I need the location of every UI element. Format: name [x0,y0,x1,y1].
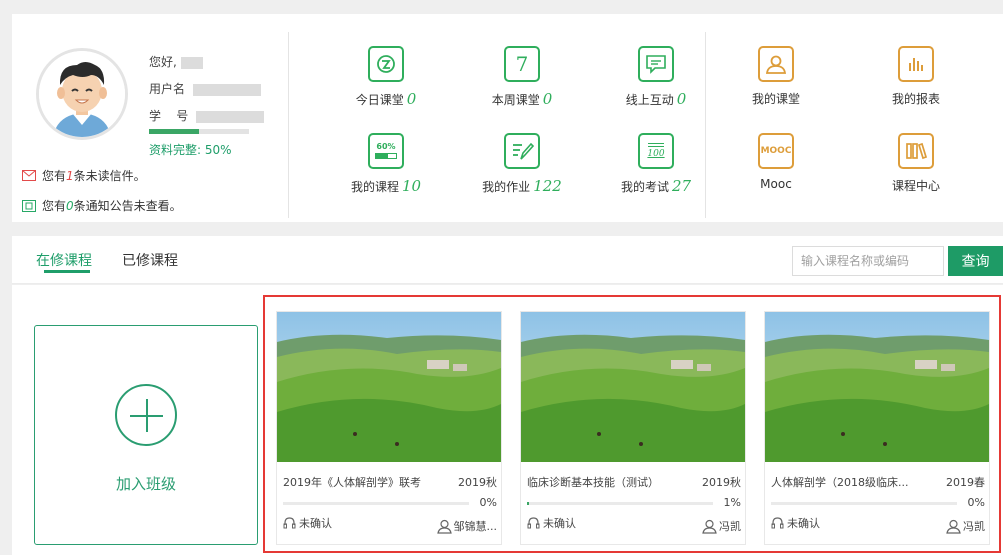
join-class-label: 加入班级 [115,475,176,493]
course-tabs-bar: 在修课程 已修课程 查询 [12,236,1003,284]
user-icon [436,519,452,534]
headset-icon [283,517,296,529]
redacted-student-id [196,110,265,123]
course-semester: 2019春 [946,476,985,489]
redacted-username [192,83,261,96]
course-cover-image [277,312,501,462]
course-title[interactable]: 2019年《人体解剖学》联考 [283,474,421,490]
stat-my-exams[interactable]: 100 我的考试 27 [596,133,716,195]
profile-completion-text: 资料完整: 50% [149,143,232,157]
divider [288,32,289,218]
announcement-icon [22,199,36,212]
user-icon [946,519,961,534]
course-cover-image [765,312,989,462]
tab-completed-courses[interactable]: 已修课程 [122,250,178,270]
plus-icon [115,384,177,446]
course-progress-bar [527,502,713,505]
course-progress-percent: 0% [479,496,497,509]
stat-today-class[interactable]: 今日课堂 0 [326,46,446,108]
course-card[interactable]: 2019年《人体解剖学》联考 2019秋 0% 未确认 邹锦慧... [276,311,502,545]
stat-my-courses[interactable]: 60% 我的课程 10 [326,133,446,195]
dashboard-summary-panel: 您好, 用户名 学 号 资料完整: 50% 您有1条未读信件。 您有0条通知公告… [12,14,1003,222]
classroom-icon [758,46,794,82]
student-id-row: 学 号 [149,107,265,124]
course-semester: 2019秋 [458,476,497,489]
course-card[interactable]: 临床诊断基本技能（测试） 2019秋 1% 未确认 冯凯 [520,311,746,545]
stat-my-homework[interactable]: 我的作业 122 [462,133,582,195]
chat-icon [638,46,674,82]
shortcut-course-center[interactable]: 课程中心 [856,133,976,194]
mail-icon [22,170,36,181]
course-teacher: 冯凯 [946,518,985,534]
report-icon [898,46,934,82]
course-list-area: 加入班级 2019年《人体解剖学》联考 2019秋 0% 未确认 邹锦慧... [12,285,1003,555]
course-status: 未确认 [283,515,332,531]
course-search-input[interactable] [792,246,944,276]
calendar-icon: 7 [504,46,540,82]
course-title[interactable]: 临床诊断基本技能（测试） [527,474,659,490]
redacted-name [180,56,203,69]
course-card[interactable]: 人体解剖学（2018级临床... 2019春 0% 未确认 冯凯 [764,311,990,545]
course-progress-fill [527,502,529,505]
course-cover-image [521,312,745,462]
user-icon [702,519,717,534]
mail-notice[interactable]: 您有1条未读信件。 [22,167,146,184]
shortcut-mooc[interactable]: MOOC Mooc [716,133,836,191]
mooc-icon: MOOC [758,133,794,169]
profile-completion-fill [149,129,199,134]
announcement-notice[interactable]: 您有0条通知公告未查看。 [22,197,182,214]
course-teacher: 邹锦慧... [436,518,497,534]
today-class-icon [368,46,404,82]
course-center-icon [898,133,934,169]
active-tab-indicator [44,270,90,273]
course-progress-bar [771,502,957,505]
profile-completion-bar [149,129,249,134]
profile-section: 您好, 用户名 学 号 资料完整: 50% 您有1条未读信件。 您有0条通知公告… [12,14,288,222]
course-status: 未确认 [527,515,576,531]
course-title[interactable]: 人体解剖学（2018级临床... [771,474,908,490]
course-progress-icon: 60% [368,133,404,169]
avatar[interactable] [36,48,128,140]
join-class-card[interactable]: 加入班级 [34,325,258,545]
course-teacher: 冯凯 [702,518,741,534]
greeting: 您好, [149,53,203,70]
exam-icon: 100 [638,133,674,169]
headset-icon [771,517,784,529]
shortcut-my-classroom[interactable]: 我的课堂 [716,46,836,107]
course-progress-percent: 0% [967,496,985,509]
course-progress-percent: 1% [723,496,741,509]
course-semester: 2019秋 [702,476,741,489]
headset-icon [527,517,540,529]
tab-current-courses[interactable]: 在修课程 [36,250,92,270]
shortcut-my-report[interactable]: 我的报表 [856,46,976,107]
course-progress-bar [283,502,469,505]
search-button[interactable]: 查询 [948,246,1003,276]
stat-week-class[interactable]: 7 本周课堂 0 [462,46,582,108]
course-status: 未确认 [771,515,820,531]
homework-icon [504,133,540,169]
stat-online-interaction[interactable]: 线上互动 0 [596,46,716,108]
username-row: 用户名 [149,80,261,97]
